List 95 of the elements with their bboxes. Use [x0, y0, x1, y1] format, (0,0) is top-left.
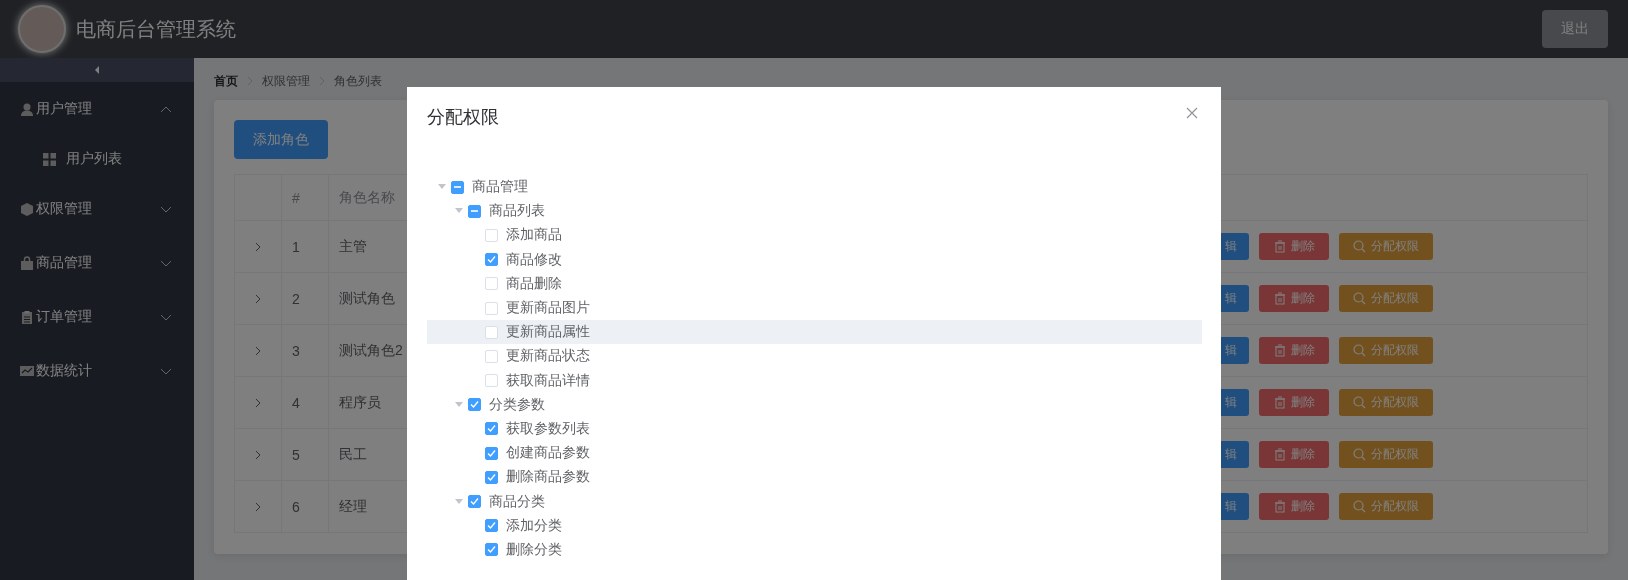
trash-icon — [1273, 240, 1286, 253]
tree-node-label[interactable]: 获取参数列表 — [506, 419, 590, 438]
minus-icon — [454, 186, 461, 189]
search-icon — [1353, 396, 1366, 409]
expand-chevron-icon[interactable] — [255, 345, 261, 356]
tree-node-label[interactable]: 更新商品图片 — [506, 299, 590, 318]
delete-button[interactable]: 删除 — [1259, 233, 1329, 260]
tree-node-label[interactable]: 删除商品参数 — [506, 468, 590, 487]
checkbox[interactable] — [485, 446, 498, 460]
tree-node-label[interactable]: 商品删除 — [506, 274, 562, 293]
tree-node-label[interactable]: 创建商品参数 — [506, 444, 590, 463]
table-cell: 5 — [292, 446, 300, 463]
chart-icon — [20, 363, 34, 379]
tree-node-label[interactable]: 商品分类 — [489, 492, 545, 511]
breadcrumb-link[interactable]: 首页 — [214, 72, 238, 90]
checkmark-icon — [487, 424, 496, 434]
tree-node-label[interactable]: 删除分类 — [506, 540, 562, 559]
table-cell: 2 — [292, 290, 300, 307]
delete-button[interactable]: 删除 — [1259, 493, 1329, 520]
trash-icon — [1273, 292, 1286, 305]
menu-item[interactable]: 商品管理 — [0, 236, 194, 290]
dialog-title: 分配权限 — [427, 106, 499, 129]
menu-item[interactable]: 用户管理 — [0, 82, 194, 136]
submenu-item[interactable]: 用户列表 — [0, 136, 194, 182]
table-cell: 测试角色2 — [339, 341, 403, 360]
clipboard-icon — [20, 309, 34, 325]
menu-item[interactable]: 订单管理 — [0, 290, 194, 344]
checkmark-icon — [487, 472, 496, 482]
table-cell: 民工 — [339, 445, 367, 464]
breadcrumb-link[interactable]: 角色列表 — [334, 72, 382, 90]
search-icon — [1353, 292, 1366, 305]
grid-icon — [43, 152, 56, 166]
expand-chevron-icon[interactable] — [255, 397, 261, 408]
tree-node-label[interactable]: 分类参数 — [489, 395, 545, 414]
search-icon — [1353, 240, 1366, 253]
checkmark-icon — [470, 497, 479, 507]
tree-node-label[interactable]: 添加分类 — [506, 516, 562, 535]
delete-button[interactable]: 删除 — [1259, 441, 1329, 468]
tree-node-label[interactable]: 商品管理 — [472, 178, 528, 197]
expand-chevron-icon[interactable] — [255, 241, 261, 252]
tree-node-label[interactable]: 商品列表 — [489, 202, 545, 221]
caret-down-icon[interactable] — [455, 497, 463, 506]
breadcrumb-link[interactable]: 权限管理 — [262, 72, 310, 90]
table-cell: 主管 — [339, 237, 367, 256]
caret-down-icon[interactable] — [455, 400, 463, 409]
trash-icon — [1273, 448, 1286, 461]
tree-node-label[interactable]: 获取商品详情 — [506, 371, 590, 390]
menu-item[interactable]: 权限管理 — [0, 182, 194, 236]
checkbox[interactable] — [485, 543, 498, 557]
checkmark-icon — [487, 255, 496, 265]
expand-chevron-icon[interactable] — [255, 449, 261, 460]
checkbox[interactable] — [485, 422, 498, 436]
table-cell: 测试角色 — [339, 289, 395, 308]
delete-button[interactable]: 删除 — [1259, 389, 1329, 416]
shopping-bag-icon — [20, 255, 34, 271]
table-cell: 3 — [292, 342, 300, 359]
tree-node-label[interactable]: 更新商品状态 — [506, 347, 590, 366]
delete-button[interactable]: 删除 — [1259, 337, 1329, 364]
checkmark-icon — [487, 448, 496, 458]
delete-button[interactable]: 删除 — [1259, 285, 1329, 312]
checkbox[interactable] — [468, 495, 481, 509]
checkbox[interactable] — [485, 470, 498, 484]
checkbox[interactable] — [451, 180, 464, 194]
table-cell: 程序员 — [339, 393, 381, 412]
app-title: 电商后台管理系统 — [76, 16, 237, 42]
tree-node-label[interactable]: 商品修改 — [506, 250, 562, 269]
trash-icon — [1273, 500, 1286, 513]
expand-chevron-icon[interactable] — [255, 293, 261, 304]
checkbox[interactable] — [468, 204, 481, 218]
table-cell: 6 — [292, 498, 300, 515]
minus-icon — [471, 210, 478, 213]
cube-icon — [20, 201, 34, 217]
checkmark-icon — [487, 521, 496, 531]
search-icon — [1353, 344, 1366, 357]
tree-node-label[interactable]: 添加商品 — [506, 226, 562, 245]
checkmark-icon — [470, 400, 479, 410]
checkmark-icon — [487, 545, 496, 555]
close-icon[interactable] — [1186, 107, 1198, 119]
tree-node-label[interactable]: 更新商品属性 — [506, 323, 590, 342]
trash-icon — [1273, 396, 1286, 409]
table-cell: 经理 — [339, 497, 367, 516]
search-icon — [1353, 500, 1366, 513]
checkbox[interactable] — [468, 398, 481, 412]
table-cell: 4 — [292, 394, 300, 411]
avatar-placeholder — [18, 5, 66, 53]
search-icon — [1353, 448, 1366, 461]
trash-icon — [1273, 344, 1286, 357]
table-cell: 1 — [292, 238, 300, 255]
expand-chevron-icon[interactable] — [255, 501, 261, 512]
collapse-toggle-icon[interactable] — [93, 65, 101, 75]
checkbox[interactable] — [485, 519, 498, 533]
menu-item[interactable]: 数据统计 — [0, 344, 194, 398]
checkbox[interactable] — [485, 253, 498, 267]
user-icon — [20, 101, 34, 117]
column-header: # — [292, 189, 300, 206]
